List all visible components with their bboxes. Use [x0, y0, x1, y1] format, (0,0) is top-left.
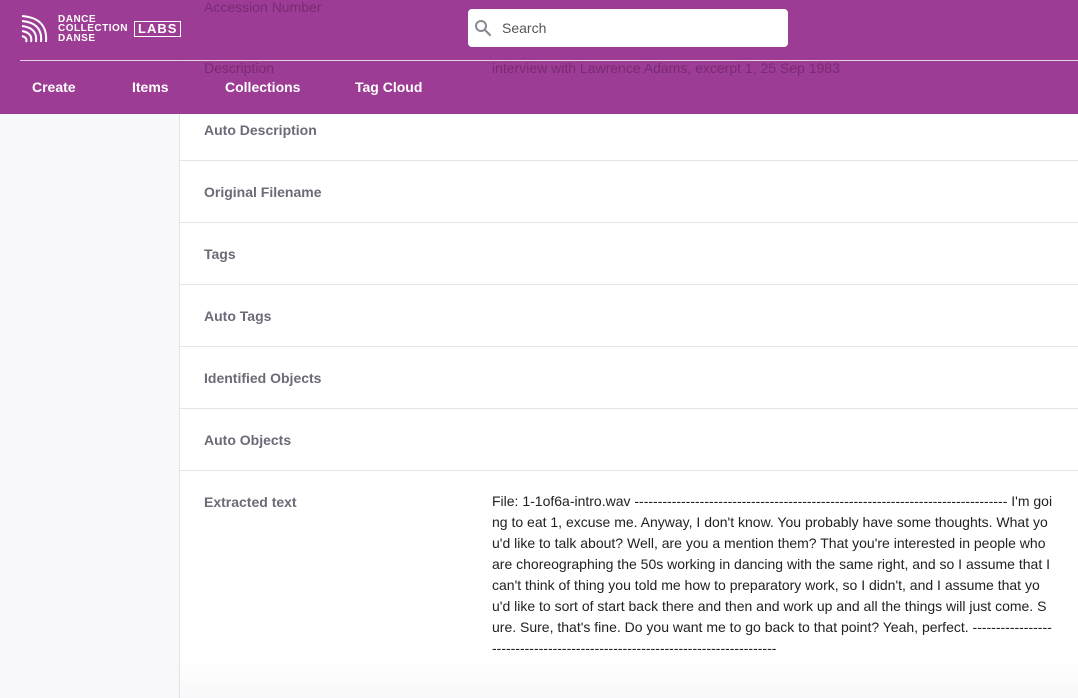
field-label: Extracted text [204, 494, 297, 510]
field-value-description: interview with Lawrence Adams, excerpt 1… [492, 60, 840, 76]
nav-tag-cloud[interactable]: Tag Cloud [355, 79, 422, 95]
field-label-description: Description [204, 60, 275, 76]
field-label: Auto Objects [204, 432, 292, 448]
logo-line: DANSE [58, 32, 96, 44]
dance-collection-logo-icon [21, 15, 48, 43]
search-icon [475, 20, 492, 37]
nav-items[interactable]: Items [132, 79, 169, 95]
logo-wordmark: DANCE COLLECTION DANSE [58, 15, 128, 44]
field-label: Original Filename [204, 184, 322, 200]
top-header: DANCE COLLECTION DANSE LABS Create Items… [0, 0, 1078, 114]
field-row-tags: Tags [180, 223, 1078, 285]
field-label: Identified Objects [204, 370, 322, 386]
field-label: Auto Tags [204, 308, 272, 324]
field-label: Auto Description [204, 122, 317, 138]
nav-collections[interactable]: Collections [225, 79, 300, 95]
site-logo[interactable]: DANCE COLLECTION DANSE LABS [20, 13, 182, 45]
field-row-identified-objects: Identified Objects [180, 347, 1078, 409]
field-row-auto-tags: Auto Tags [180, 285, 1078, 347]
search-box[interactable] [468, 9, 788, 47]
field-row-original-filename: Original Filename [180, 161, 1078, 223]
bottom-fade [180, 660, 1078, 698]
logo-labs-badge: LABS [134, 21, 182, 37]
field-label-accession-number: Accession Number [204, 0, 322, 15]
field-row-auto-objects: Auto Objects [180, 409, 1078, 471]
nav-create[interactable]: Create [32, 79, 76, 95]
extracted-text-value: File: 1-1of6a-intro.wav ----------------… [492, 493, 1053, 656]
field-label: Tags [204, 246, 236, 262]
search-input[interactable] [500, 19, 774, 37]
